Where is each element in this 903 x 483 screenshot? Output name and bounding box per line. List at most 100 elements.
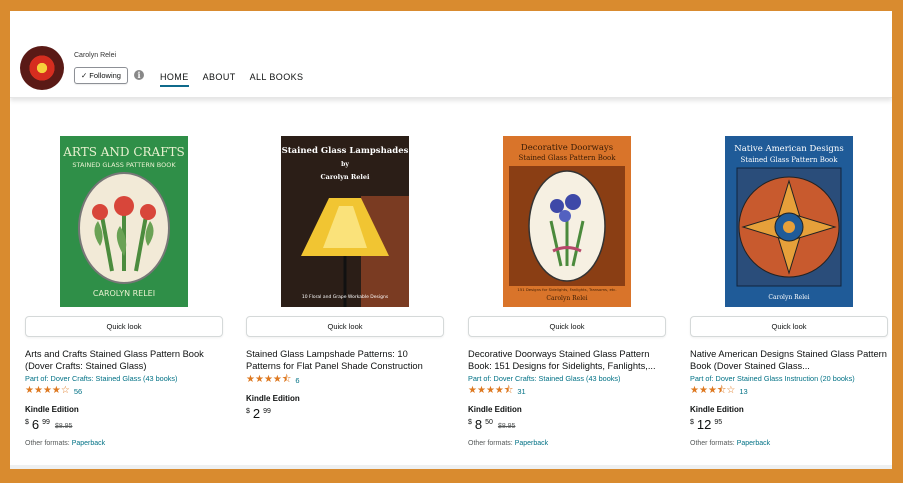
star-icon: ★ (263, 374, 273, 385)
book-price[interactable]: $ 12 95 (690, 418, 888, 432)
price-symbol: $ (246, 408, 250, 415)
star-icon: ★ (707, 385, 717, 396)
quick-look-button[interactable]: Quick look (246, 316, 444, 337)
following-button[interactable]: ✓ Following (74, 67, 128, 84)
info-icon[interactable]: i (134, 70, 144, 80)
star-icon: ★ (246, 374, 255, 385)
cover-subtitle: STAINED GLASS PATTERN BOOK (72, 161, 176, 169)
tab-home[interactable]: HOME (160, 72, 189, 87)
star-icon: ★ (254, 374, 264, 385)
author-nav: HOME ABOUT ALL BOOKS (160, 72, 303, 87)
other-formats-label: Other formats: (690, 440, 735, 447)
price-whole: 2 (252, 406, 261, 421)
star-icon: ★ (494, 385, 504, 396)
book-cover[interactable]: Stained Glass Lampshades by Carolyn Rele… (281, 136, 409, 307)
book-card: Stained Glass Lampshades by Carolyn Rele… (246, 136, 444, 421)
paperback-link[interactable]: Paperback (737, 440, 770, 447)
book-rating[interactable]: ★ ★ ★ ⯪ ☆ 13 (690, 386, 888, 396)
cover-by: by (341, 161, 349, 168)
cover-footer: 151 Designs for Sidelights, Fanlights, T… (517, 287, 616, 292)
star-icon: ★ (42, 385, 52, 396)
book-format[interactable]: Kindle Edition (25, 405, 223, 414)
cover-footer: 10 Floral and Grape Workable Designs (302, 294, 389, 300)
star-icon: ★ (25, 385, 34, 396)
star-rating: ★ ★ ★ ★ ⯪ (468, 386, 513, 396)
star-half-icon: ⯪ (281, 374, 292, 385)
rating-count[interactable]: 13 (739, 387, 747, 396)
check-icon: ✓ (81, 71, 88, 80)
cover-author: Carolyn Relei (321, 173, 371, 181)
page-frame: Carolyn Relei ✓ Following i HOME ABOUT A… (10, 11, 892, 469)
book-price[interactable]: $ 8 50 $8.95 (468, 418, 666, 432)
star-icon: ★ (468, 385, 477, 396)
book-cover[interactable]: Native American Designs Stained Glass Pa… (725, 136, 853, 307)
quick-look-button[interactable]: Quick look (468, 316, 666, 337)
quick-look-button[interactable]: Quick look (690, 316, 888, 337)
book-cover[interactable]: ARTS AND CRAFTS STAINED GLASS PATTERN BO… (60, 136, 188, 307)
other-formats: Other formats: Paperback (25, 440, 223, 447)
book-title[interactable]: Arts and Crafts Stained Glass Pattern Bo… (25, 348, 223, 372)
other-formats: Other formats: Paperback (468, 440, 666, 447)
cover-author: Carolyn Relei (768, 294, 809, 301)
star-rating: ★ ★ ★ ★ ☆ (25, 386, 70, 396)
book-rating[interactable]: ★ ★ ★ ★ ⯪ 31 (468, 386, 666, 396)
book-rating[interactable]: ★ ★ ★ ★ ☆ 56 (25, 386, 223, 396)
price-whole: 6 (31, 417, 40, 432)
tab-about[interactable]: ABOUT (203, 72, 236, 87)
star-icon: ★ (690, 385, 699, 396)
price-symbol: $ (690, 419, 694, 426)
book-series[interactable]: Part of: Dover Stained Glass Instruction… (690, 374, 888, 383)
cover-author: CAROLYN RELEI (93, 289, 155, 298)
price-fraction: 50 (485, 419, 493, 426)
cover-title: Stained Glass Lampshades (282, 146, 409, 156)
star-empty-icon: ☆ (60, 385, 70, 396)
other-formats-label: Other formats: (25, 440, 70, 447)
book-title[interactable]: Native American Designs Stained Glass Pa… (690, 348, 888, 372)
author-name[interactable]: Carolyn Relei (74, 52, 116, 59)
price-whole: 12 (696, 417, 712, 432)
cover-title: Native American Designs (734, 144, 843, 154)
author-avatar[interactable] (20, 46, 64, 90)
bottom-divider (10, 465, 892, 469)
following-label: Following (89, 71, 121, 80)
book-card: Native American Designs Stained Glass Pa… (690, 136, 888, 447)
cover-title: Decorative Doorways (521, 143, 613, 153)
book-series[interactable]: Part of: Dover Crafts: Stained Glass (43… (25, 374, 223, 383)
price-fraction: 99 (263, 408, 271, 415)
book-format[interactable]: Kindle Edition (246, 394, 444, 403)
rating-count[interactable]: 31 (517, 387, 525, 396)
book-price[interactable]: $ 2 99 (246, 407, 444, 421)
paperback-link[interactable]: Paperback (515, 440, 548, 447)
star-icon: ★ (272, 374, 282, 385)
price-fraction: 95 (714, 419, 723, 426)
book-price[interactable]: $ 6 99 $8.95 (25, 418, 223, 432)
star-rating: ★ ★ ★ ⯪ ☆ (690, 386, 735, 396)
book-series[interactable]: Part of: Dover Crafts: Stained Glass (43… (468, 374, 666, 383)
paperback-link[interactable]: Paperback (72, 440, 105, 447)
quick-look-button[interactable]: Quick look (25, 316, 223, 337)
star-icon: ★ (485, 385, 495, 396)
rating-count[interactable]: 56 (74, 387, 82, 396)
star-rating: ★ ★ ★ ★ ⯪ (246, 375, 291, 385)
book-cover[interactable]: Decorative Doorways Stained Glass Patter… (503, 136, 631, 307)
book-format[interactable]: Kindle Edition (690, 405, 888, 414)
book-title[interactable]: Decorative Doorways Stained Glass Patter… (468, 348, 666, 372)
rating-count[interactable]: 6 (295, 376, 299, 385)
other-formats: Other formats: Paperback (690, 440, 888, 447)
book-title[interactable]: Stained Glass Lampshade Patterns: 10 Pat… (246, 348, 444, 372)
book-card: Decorative Doorways Stained Glass Patter… (468, 136, 666, 447)
other-formats-label: Other formats: (468, 440, 513, 447)
cover-subtitle: Stained Glass Pattern Book (740, 156, 838, 164)
star-icon: ★ (33, 385, 43, 396)
book-rating[interactable]: ★ ★ ★ ★ ⯪ 6 (246, 375, 444, 385)
star-icon: ★ (476, 385, 486, 396)
cover-author: Carolyn Relei (546, 295, 587, 302)
price-whole: 8 (474, 417, 483, 432)
book-format[interactable]: Kindle Edition (468, 405, 666, 414)
cover-title: ARTS AND CRAFTS (62, 145, 185, 159)
tab-all-books[interactable]: ALL BOOKS (250, 72, 304, 87)
star-half-icon: ⯪ (503, 385, 514, 396)
cover-subtitle: Stained Glass Pattern Book (518, 154, 616, 162)
book-card: ARTS AND CRAFTS STAINED GLASS PATTERN BO… (25, 136, 223, 447)
star-icon: ★ (698, 385, 708, 396)
